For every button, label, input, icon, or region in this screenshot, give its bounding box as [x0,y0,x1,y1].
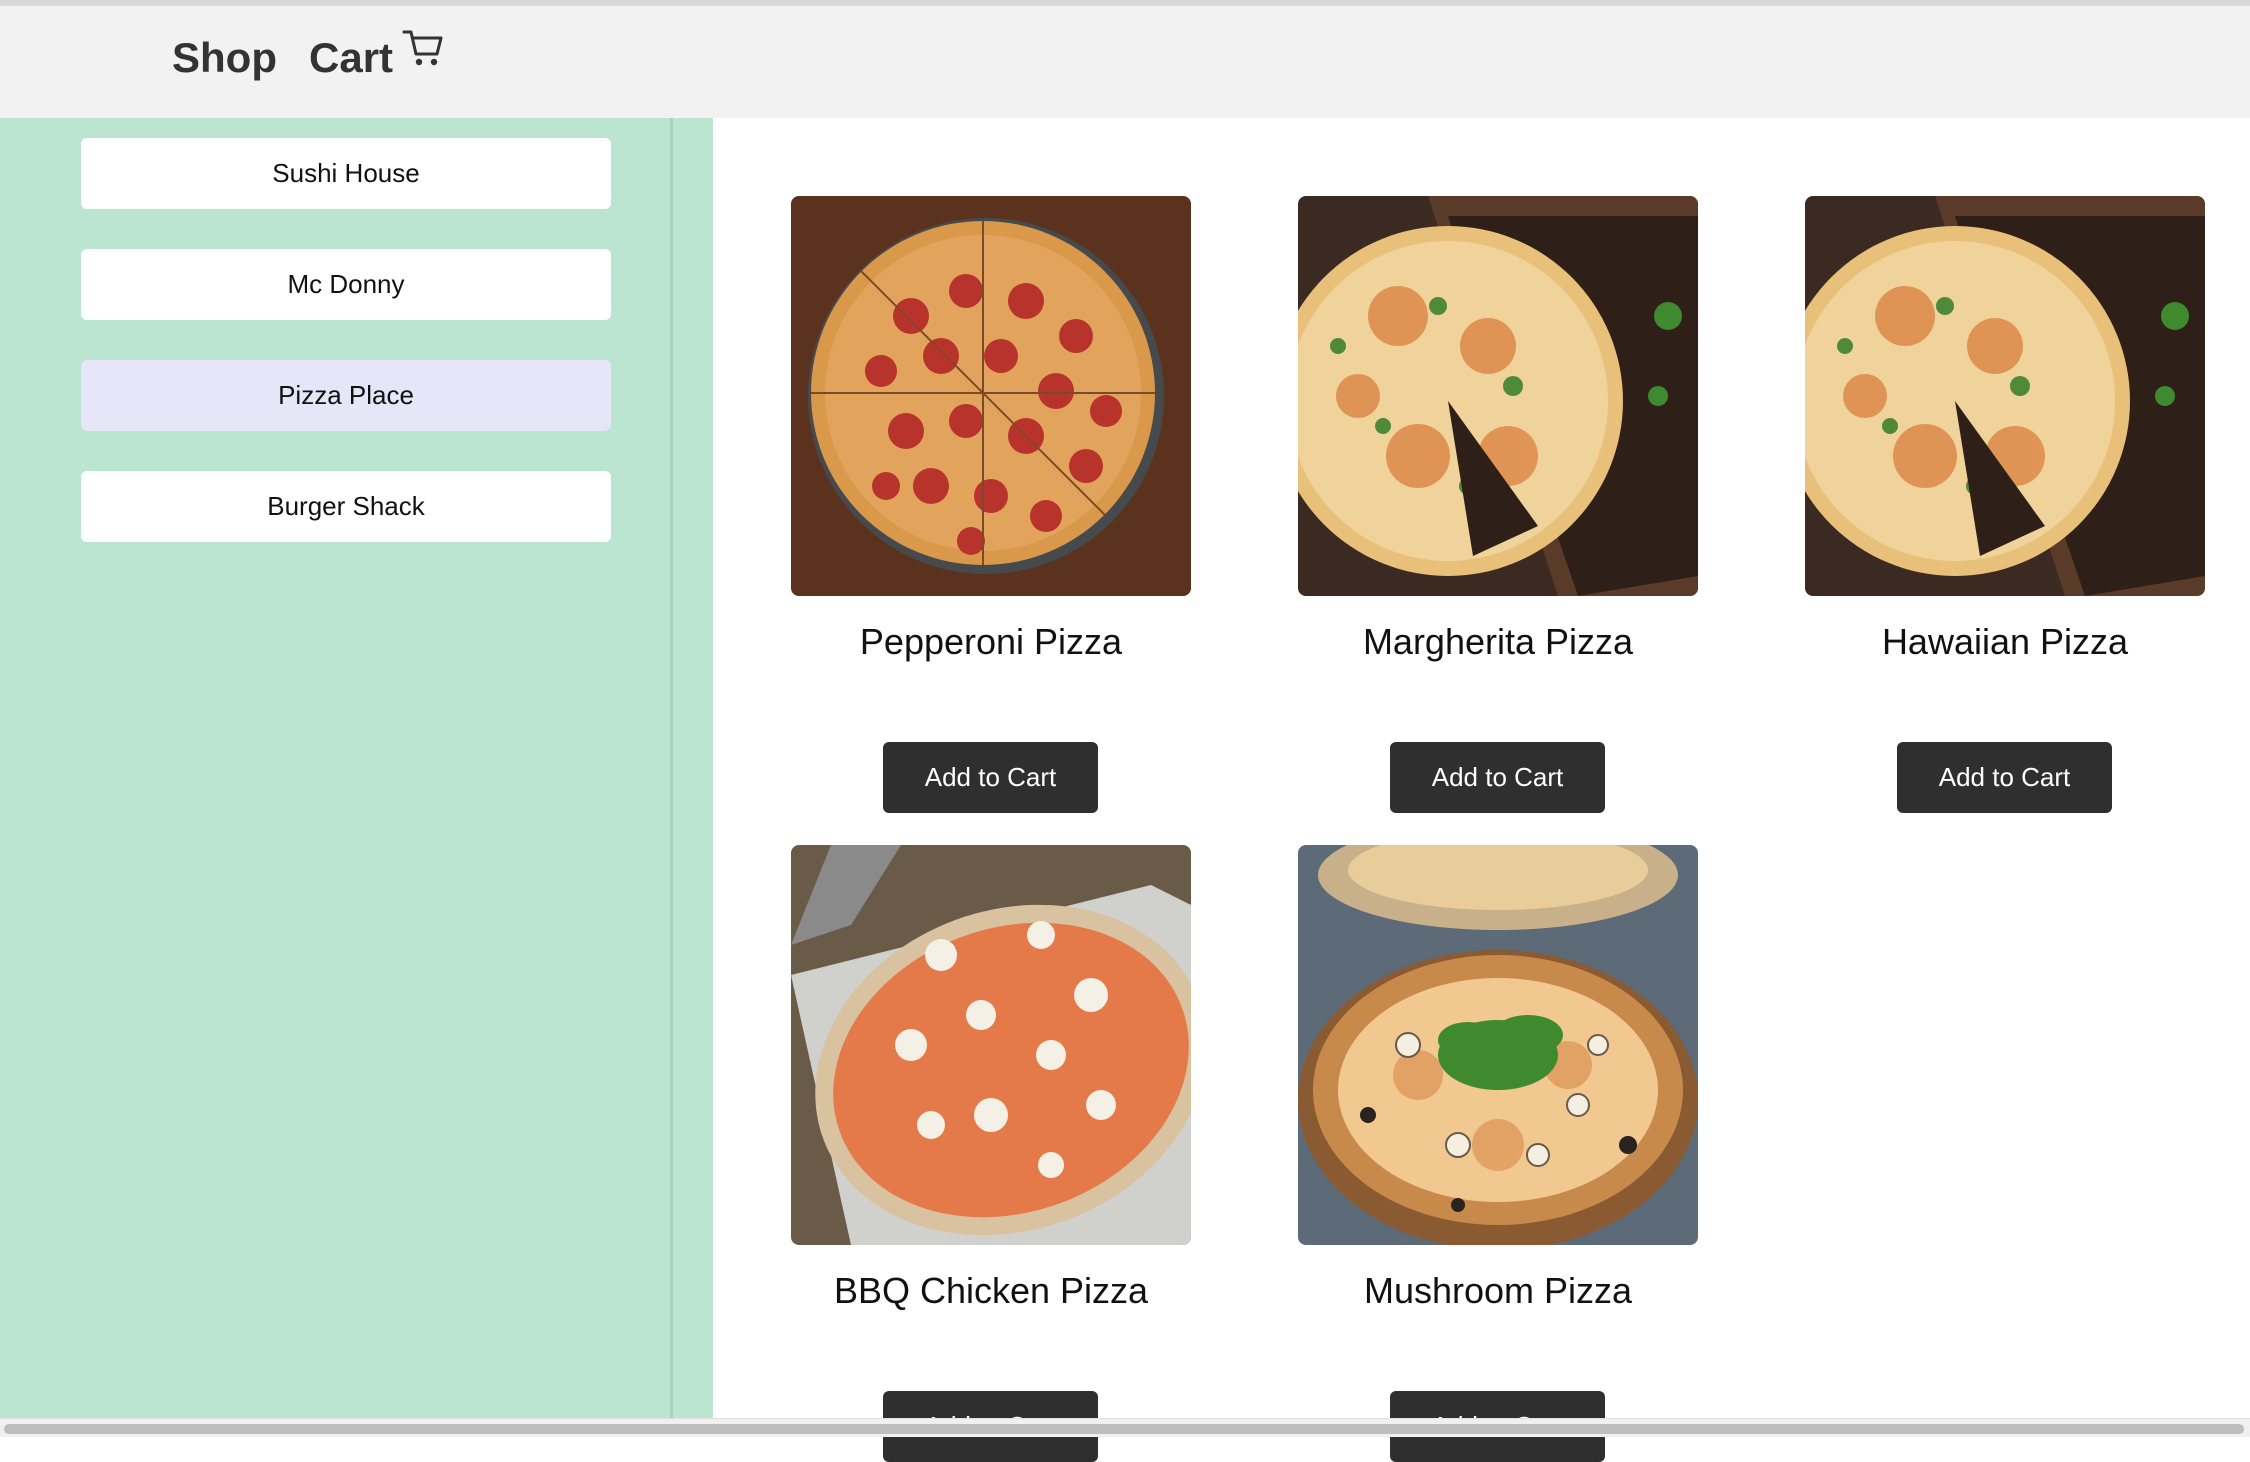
pizza-on-board-image [1298,196,1698,596]
sidebar-divider [670,118,673,1418]
product-name: Margherita Pizza [1362,621,1634,662]
add-to-cart-button[interactable]: Add to Cart [1897,742,2112,813]
restaurant-item-sushi-house[interactable]: Sushi House [81,138,611,209]
top-nav-bar: Shop Cart [0,6,2250,118]
mushroom-arugula-pizza-image [1298,845,1698,1245]
restaurant-item-mc-donny[interactable]: Mc Donny [81,249,611,320]
product-name: Hawaiian Pizza [1881,621,2129,662]
nav-cart-label: Cart [309,34,394,81]
product-name: BBQ Chicken Pizza [833,1270,1149,1311]
restaurant-item-burger-shack[interactable]: Burger Shack [81,471,611,542]
product-grid: Pepperoni Pizza Add to Cart Margherita P… [713,118,2250,1462]
product-name: Mushroom Pizza [1363,1270,1633,1311]
pizza-on-peel-image [791,845,1191,1245]
horizontal-scrollbar[interactable] [0,1418,2250,1437]
add-to-cart-button[interactable]: Add to Cart [883,742,1098,813]
scrollbar-thumb[interactable] [4,1424,2244,1434]
restaurant-sidebar: Sushi House Mc Donny Pizza Place Burger … [0,118,713,1418]
add-to-cart-button[interactable]: Add to Cart [1390,742,1605,813]
nav-shop-link[interactable]: Shop [172,28,277,88]
shopping-cart-icon [401,26,445,86]
pepperoni-pizza-image [791,196,1191,596]
restaurant-item-pizza-place[interactable]: Pizza Place [81,360,611,431]
pizza-on-board-image [1805,196,2205,596]
product-name: Pepperoni Pizza [859,621,1123,662]
nav-cart-link[interactable]: Cart [309,28,445,88]
